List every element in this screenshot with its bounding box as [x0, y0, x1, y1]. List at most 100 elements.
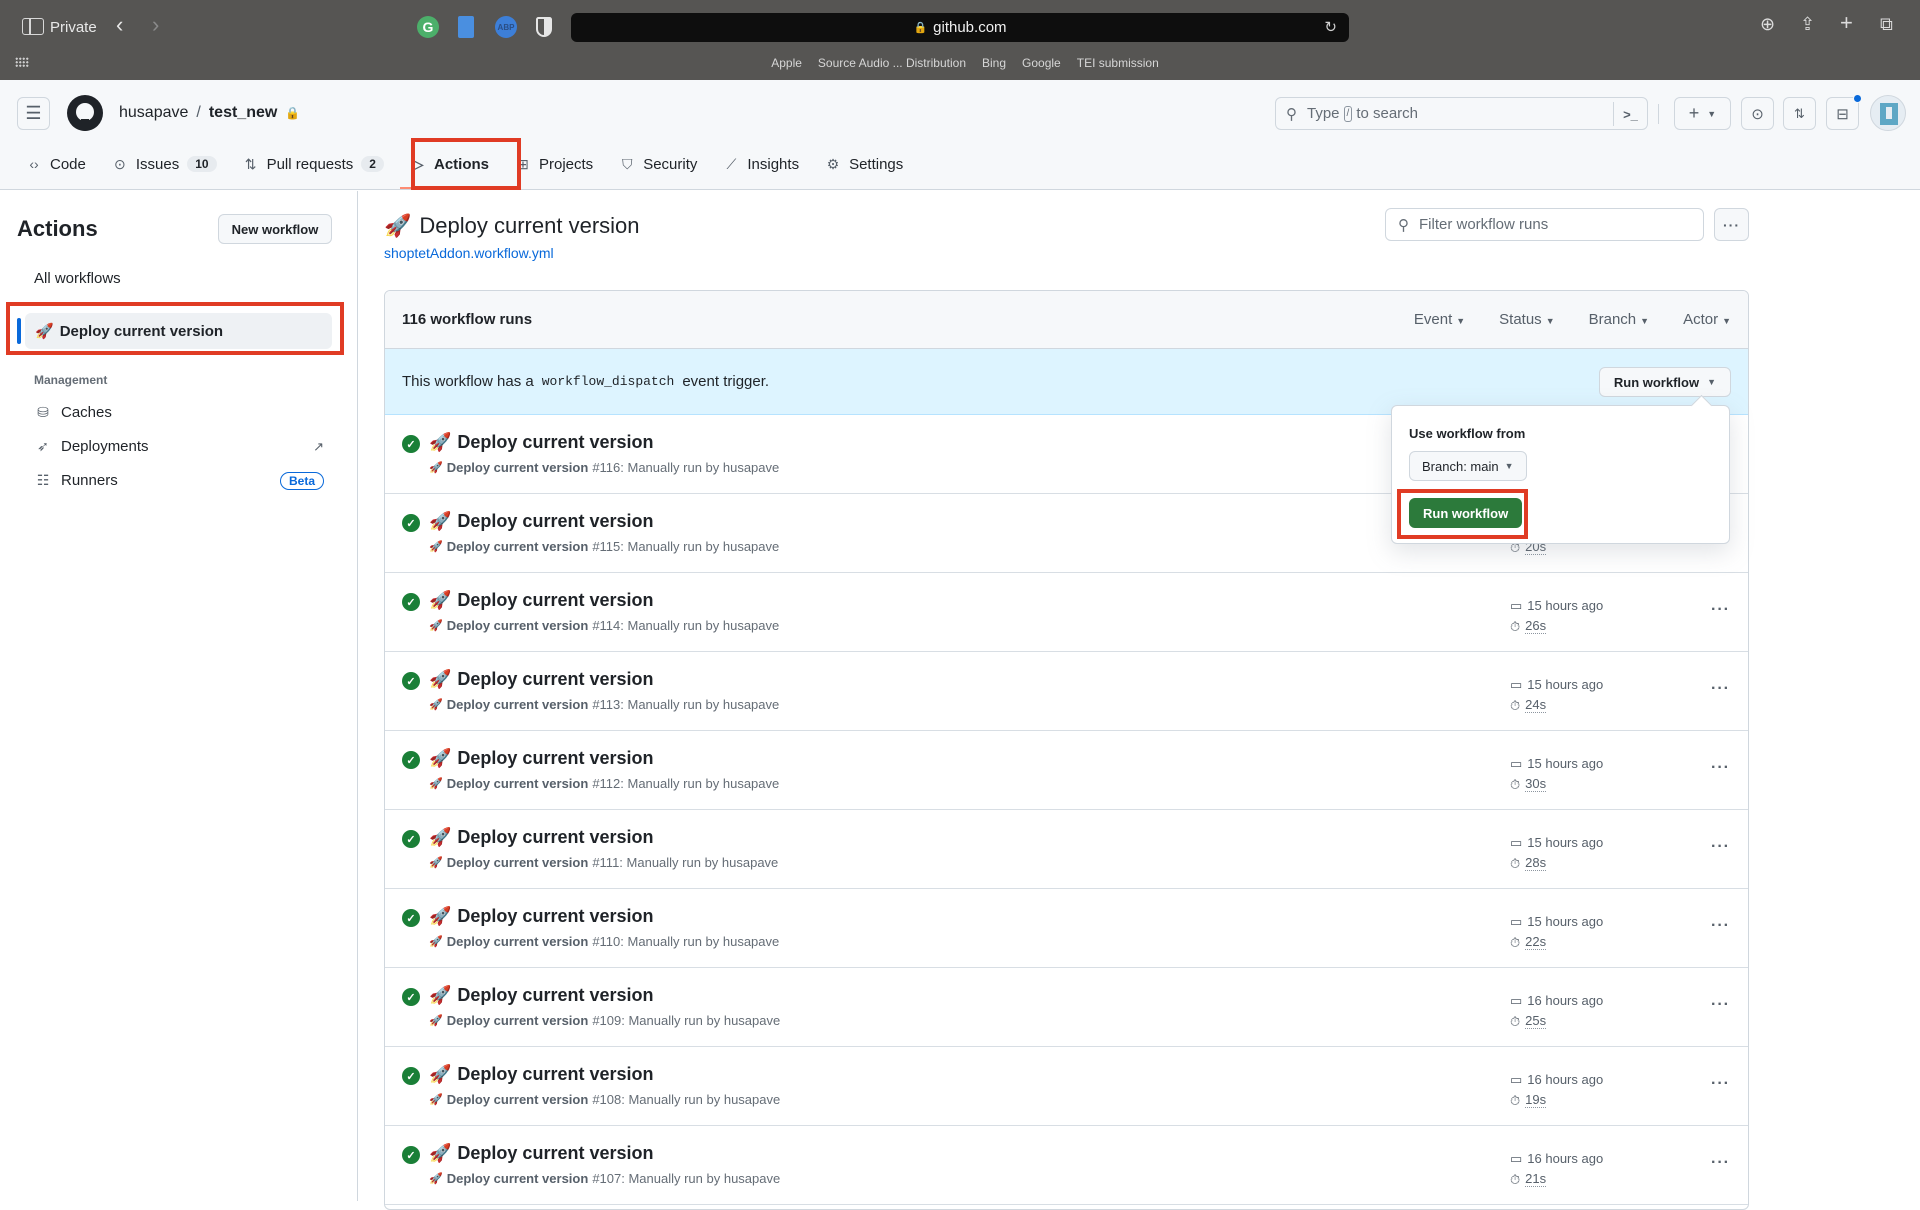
rocket-emoji-icon: 🚀 — [429, 1014, 443, 1027]
tab-code[interactable]: ‹› Code — [16, 146, 96, 182]
run-title-link[interactable]: 🚀 Deploy current version — [429, 827, 653, 848]
actor-filter[interactable]: Actor ▼ — [1683, 311, 1731, 328]
rocket-emoji-icon: 🚀 — [429, 1172, 443, 1185]
download-icon[interactable]: ⊕ — [1760, 14, 1775, 35]
tab-label: Issues — [135, 155, 180, 173]
success-check-icon: ✓ — [402, 988, 420, 1006]
tab-pull-requests[interactable]: ⇅ Pull requests 2 — [233, 146, 394, 182]
repo-owner-link[interactable]: husapave — [119, 104, 188, 122]
pull-requests-button[interactable]: ⇅ — [1783, 97, 1816, 130]
run-title: Deploy current version — [457, 748, 654, 768]
menu-button[interactable]: ☰ — [17, 97, 50, 130]
run-options-button[interactable]: ··· — [1711, 838, 1730, 856]
calendar-icon: ▭ — [1510, 834, 1523, 850]
status-filter[interactable]: Status ▼ — [1499, 311, 1554, 328]
run-title-link[interactable]: 🚀 Deploy current version — [429, 669, 653, 690]
avatar[interactable] — [1870, 95, 1906, 131]
sidebar-item-deploy-current-version[interactable]: 🚀 Deploy current version — [25, 313, 332, 349]
run-title: Deploy current version — [457, 669, 654, 689]
privacy-shield-icon[interactable] — [536, 17, 552, 37]
document-extension-icon[interactable] — [458, 16, 474, 38]
issues-button[interactable]: ⊙ — [1741, 97, 1774, 130]
repo-name-link[interactable]: test_new — [209, 104, 277, 122]
sidebar-item-deployments[interactable]: ➶ Deployments ↗ — [34, 438, 324, 455]
bookmark-apple[interactable]: Apple — [771, 56, 802, 70]
tab-issues[interactable]: ⊙ Issues 10 — [102, 146, 227, 182]
bookmark-tei[interactable]: TEI submission — [1077, 56, 1159, 70]
run-title-link[interactable]: 🚀 Deploy current version — [429, 985, 653, 1006]
new-tab-icon[interactable]: + — [1840, 10, 1853, 36]
breadcrumb: husapave / test_new 🔒 — [119, 104, 300, 122]
workflow-file-link[interactable]: shoptetAddon.workflow.yml — [384, 245, 554, 261]
run-title-link[interactable]: 🚀 Deploy current version — [429, 511, 653, 532]
share-icon[interactable]: ⇪ — [1800, 14, 1815, 35]
stopwatch-icon: ⏱ — [1510, 776, 1521, 792]
tab-overview-icon[interactable]: ⧉ — [1880, 14, 1893, 35]
run-subtitle: 🚀 Deploy current version #107: Manually ru… — [429, 1171, 780, 1186]
address-bar[interactable]: 🔒 github.com ↻ — [571, 13, 1349, 42]
run-row[interactable]: ✓ 🚀 Deploy current version 🚀 Deploy current … — [385, 810, 1748, 889]
run-options-button[interactable]: ··· — [1711, 759, 1730, 777]
run-workflow-dropdown-button[interactable]: Run workflow ▼ — [1598, 367, 1731, 397]
run-options-button[interactable]: ··· — [1711, 680, 1730, 698]
back-button[interactable]: ‹ — [116, 12, 123, 38]
bookmark-bing[interactable]: Bing — [982, 56, 1006, 70]
chevron-down-icon: ▼ — [1707, 108, 1717, 119]
github-logo-icon[interactable] — [67, 95, 103, 131]
run-time: 15 hours ago — [1527, 677, 1604, 692]
command-palette-icon[interactable]: >_ — [1613, 102, 1647, 126]
run-options-button[interactable]: ··· — [1711, 1075, 1730, 1093]
tab-label: Security — [643, 155, 698, 173]
tab-security[interactable]: ⛉ Security — [609, 146, 707, 182]
run-title-link[interactable]: 🚀 Deploy current version — [429, 432, 653, 453]
adblock-extension-icon[interactable]: ABP — [495, 16, 517, 38]
sidebar-item-runners[interactable]: ☷ Runners Beta — [34, 471, 324, 490]
forward-button[interactable]: › — [152, 12, 159, 38]
sidebar-item-caches[interactable]: ⛁ Caches — [34, 404, 324, 421]
run-options-button[interactable]: ··· — [1711, 1154, 1730, 1172]
new-workflow-button[interactable]: New workflow — [218, 214, 332, 244]
run-title-link[interactable]: 🚀 Deploy current version — [429, 748, 653, 769]
run-options-button[interactable]: ··· — [1711, 917, 1730, 935]
workflow-label: Deploy current version — [59, 322, 224, 340]
event-filter[interactable]: Event ▼ — [1414, 311, 1465, 328]
lock-icon: 🔒 — [913, 22, 928, 34]
run-title-link[interactable]: 🚀 Deploy current version — [429, 1064, 653, 1085]
run-title-link[interactable]: 🚀 Deploy current version — [429, 590, 653, 611]
run-options-button[interactable]: ··· — [1711, 601, 1730, 619]
rocket-emoji-icon: 🚀 — [429, 461, 443, 474]
success-check-icon: ✓ — [402, 909, 420, 927]
run-row[interactable]: ✓ 🚀 Deploy current version 🚀 Deploy current … — [385, 731, 1748, 810]
sidebar-toggle-icon[interactable] — [22, 18, 44, 35]
rocket-emoji-icon: 🚀 — [429, 619, 443, 632]
branch-filter[interactable]: Branch ▼ — [1589, 311, 1649, 328]
run-row[interactable]: ✓ 🚀 Deploy current version 🚀 Deploy current … — [385, 652, 1748, 731]
all-workflows-link[interactable]: All workflows — [34, 270, 121, 287]
tab-settings[interactable]: ⚙ Settings — [815, 146, 913, 182]
global-search-input[interactable]: ⚲ Type / to search >_ — [1275, 97, 1648, 130]
bookmark-source-audio[interactable]: Source Audio ... Distribution — [818, 56, 966, 70]
bookmark-google[interactable]: Google — [1022, 56, 1061, 70]
more-options-button[interactable]: ··· — [1714, 208, 1749, 241]
create-new-button[interactable]: + ▼ — [1674, 97, 1731, 130]
run-options-button[interactable]: ··· — [1711, 996, 1730, 1014]
reload-icon[interactable]: ↻ — [1324, 18, 1337, 36]
run-meta: ▭ 15 hours ago ⏱ 24s — [1510, 674, 1603, 716]
calendar-icon: ▭ — [1510, 597, 1523, 613]
tab-actions[interactable]: ▷ Actions — [399, 146, 500, 189]
run-title-link[interactable]: 🚀 Deploy current version — [429, 1143, 653, 1164]
run-workflow-submit-button[interactable]: Run workflow — [1409, 498, 1523, 528]
filter-runs-input[interactable]: ⚲ Filter workflow runs — [1385, 208, 1704, 241]
tab-insights[interactable]: ⟋ Insights — [713, 146, 809, 182]
run-row[interactable]: ✓ 🚀 Deploy current version 🚀 Deploy current … — [385, 1047, 1748, 1126]
grammarly-extension-icon[interactable]: G — [417, 16, 439, 38]
run-row[interactable]: ✓ 🚀 Deploy current version 🚀 Deploy current … — [385, 1126, 1748, 1205]
branch-select-button[interactable]: Branch: main ▼ — [1409, 451, 1527, 481]
tab-projects[interactable]: ⊞ Projects — [505, 146, 603, 182]
filter-label: Actor — [1683, 311, 1719, 328]
run-title-link[interactable]: 🚀 Deploy current version — [429, 906, 653, 927]
inbox-button[interactable]: ⊟ — [1826, 94, 1862, 130]
run-row[interactable]: ✓ 🚀 Deploy current version 🚀 Deploy current … — [385, 573, 1748, 652]
run-row[interactable]: ✓ 🚀 Deploy current version 🚀 Deploy current … — [385, 889, 1748, 968]
run-row[interactable]: ✓ 🚀 Deploy current version 🚀 Deploy current … — [385, 968, 1748, 1047]
